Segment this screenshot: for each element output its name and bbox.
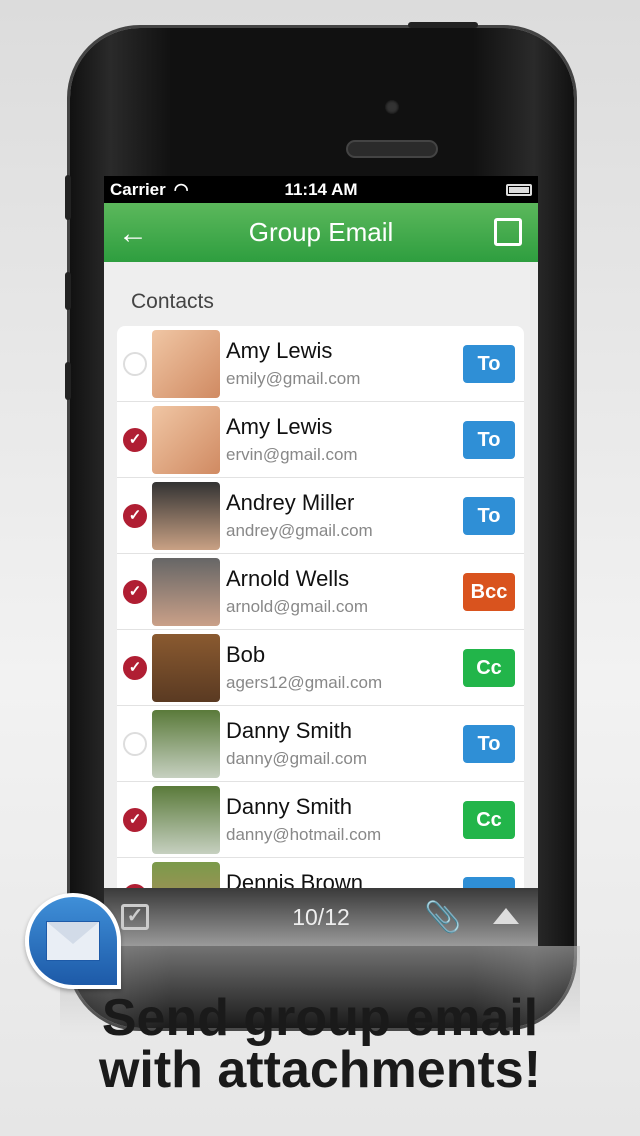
compose-icon[interactable] (494, 218, 522, 246)
headline-line-1: Send group email (101, 989, 539, 1047)
triangle-up-icon[interactable] (493, 908, 519, 924)
contact-row[interactable]: ✓ Amy Lewis ervin@gmail.com To (117, 402, 524, 478)
camera (385, 100, 399, 114)
speaker (346, 140, 438, 158)
power-button (408, 22, 478, 28)
avatar (152, 558, 220, 626)
contact-list: Amy Lewis emily@gmail.com To ✓ Amy Lewis … (117, 326, 524, 934)
page-title: Group Email (248, 217, 394, 247)
recipient-type-button[interactable]: To (463, 421, 515, 459)
selected-count: 10/12 (292, 903, 350, 930)
section-title: Contacts (131, 290, 214, 313)
contact-email: emily@gmail.com (226, 369, 361, 388)
contact-row[interactable]: ✓ Andrey Miller andrey@gmail.com To (117, 478, 524, 554)
recipient-type-button[interactable]: Cc (463, 801, 515, 839)
envelope-icon (46, 921, 100, 961)
contact-row[interactable]: ✓ Danny Smith danny@hotmail.com Cc (117, 782, 524, 858)
app-icon (25, 893, 121, 989)
mute-switch (65, 175, 71, 220)
checkmark-icon[interactable]: ✓ (123, 504, 147, 528)
volume-down-button (65, 362, 71, 400)
battery-icon (506, 183, 532, 196)
avatar (152, 634, 220, 702)
contact-name: Amy Lewis (226, 414, 333, 439)
contact-row[interactable]: Amy Lewis emily@gmail.com To (117, 326, 524, 402)
avatar (152, 786, 220, 854)
recipient-type-button[interactable]: To (463, 497, 515, 535)
contact-name: Amy Lewis (226, 338, 333, 363)
contact-name: Bob (226, 642, 266, 667)
recipient-type-button[interactable]: Cc (463, 649, 515, 687)
radio-button[interactable] (123, 732, 147, 756)
status-bar: Carrier ◠ 11:14 AM (104, 176, 538, 203)
app-screen: Carrier ◠ 11:14 AM ← Group Email Contact… (104, 176, 538, 946)
avatar (152, 406, 220, 474)
headline-line-2: with attachments! (98, 1041, 542, 1099)
contact-row[interactable]: Danny Smith danny@gmail.com To (117, 706, 524, 782)
contact-row[interactable]: ✓ Bob agers12@gmail.com Cc (117, 630, 524, 706)
headline: Send group email with attachments! (0, 992, 640, 1096)
contact-email: arnold@gmail.com (226, 597, 368, 616)
contact-name: Andrey Miller (226, 490, 355, 515)
contact-email: ervin@gmail.com (226, 445, 358, 464)
checkmark-icon[interactable]: ✓ (123, 808, 147, 832)
contact-name: Danny Smith (226, 718, 352, 743)
avatar (152, 330, 220, 398)
contact-name: Danny Smith (226, 794, 352, 819)
recipient-type-button[interactable]: To (463, 345, 515, 383)
contact-email: agers12@gmail.com (226, 673, 383, 692)
checkmark-icon[interactable]: ✓ (123, 428, 147, 452)
contact-email: danny@hotmail.com (226, 825, 382, 844)
nav-bar: ← Group Email (104, 203, 538, 262)
contact-row[interactable]: ✓ Arnold Wells arnold@gmail.com Bcc (117, 554, 524, 630)
avatar (152, 710, 220, 778)
recipient-type-button[interactable]: Bcc (463, 573, 515, 611)
volume-up-button (65, 272, 71, 310)
recipient-type-button[interactable]: To (463, 725, 515, 763)
contact-name: Arnold Wells (226, 566, 350, 591)
checkmark-icon[interactable]: ✓ (123, 580, 147, 604)
contact-email: andrey@gmail.com (226, 521, 373, 540)
clock: 11:14 AM (284, 179, 358, 199)
bottom-toolbar: ✓ 10/12 📎 (104, 888, 538, 946)
contact-email: danny@gmail.com (226, 749, 368, 768)
avatar (152, 482, 220, 550)
checkmark-icon[interactable]: ✓ (123, 656, 147, 680)
paperclip-icon[interactable]: 📎 (424, 900, 461, 935)
radio-button[interactable] (123, 352, 147, 376)
